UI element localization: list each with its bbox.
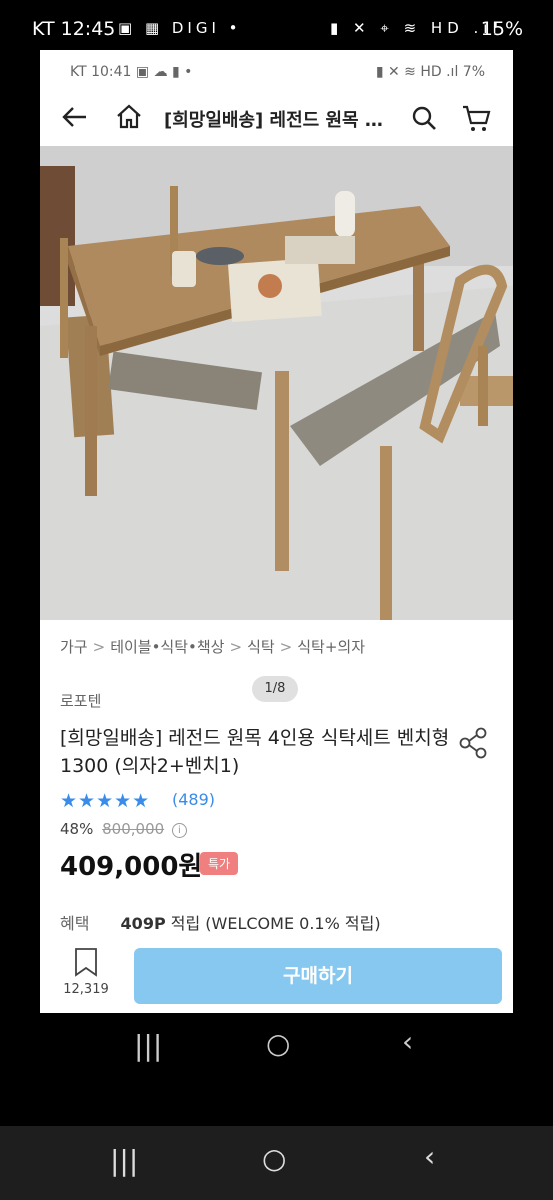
- breadcrumb-item[interactable]: 식탁: [247, 638, 275, 656]
- info-icon[interactable]: i: [171, 823, 187, 838]
- chevron-right-icon: >: [92, 638, 106, 656]
- image-counter: 1/8: [252, 676, 298, 702]
- benefit-label: 혜택: [60, 914, 90, 933]
- wishlist-button[interactable]: 12,319: [60, 946, 112, 997]
- share-icon[interactable]: [456, 726, 490, 764]
- home-icon[interactable]: [114, 102, 144, 136]
- review-count-link[interactable]: (489): [172, 790, 215, 809]
- inner-status-right: ▮ ✕ ≋ HD .ıl 7%: [375, 64, 485, 80]
- benefit-text: 적립 (WELCOME 0.1% 적립): [170, 914, 381, 933]
- star-rating: ★★★★★: [60, 790, 151, 812]
- chevron-right-icon: >: [279, 638, 293, 656]
- buy-button[interactable]: 구매하기: [134, 948, 502, 1004]
- breadcrumb-item[interactable]: 식탁+의자: [297, 638, 365, 656]
- product-name: [희망일배송] 레전드 원목 4인용 식탁세트 벤치형 1300 (의자2+벤치…: [60, 727, 450, 777]
- breadcrumb: 가구 > 테이블•식탁•책상 > 식탁 > 식탁+의자: [60, 636, 365, 657]
- product-image[interactable]: 1/8: [40, 146, 513, 702]
- original-price: 800,000: [102, 820, 165, 838]
- status-battery: 15%: [480, 18, 523, 40]
- status-system-icons: ▮ ✕ ⌖ ≋ HD .ıl: [330, 19, 502, 37]
- benefit-points: 409P: [120, 914, 166, 933]
- recent-apps-icon[interactable]: |||: [110, 1144, 138, 1177]
- inner-status-bar: KT 10:41 ▣ ☁ ▮ • ▮ ✕ ≋ HD .ıl 7%: [40, 50, 513, 92]
- back-arrow-icon[interactable]: [60, 102, 90, 140]
- system-nav-bar: ||| ○ ‹: [0, 1126, 553, 1200]
- breadcrumb-item[interactable]: 가구: [60, 638, 88, 656]
- benefit-row: 혜택 409P 적립 (WELCOME 0.1% 적립): [60, 910, 381, 934]
- discount-row: 48% 800,000 i: [60, 820, 187, 838]
- status-carrier-time: KT 12:45: [32, 18, 116, 40]
- sale-price: 409,000원: [60, 852, 203, 882]
- recent-apps-icon[interactable]: |||: [134, 1029, 162, 1062]
- home-button-icon[interactable]: ○: [266, 1027, 290, 1060]
- chevron-right-icon: >: [229, 638, 243, 656]
- screenshot-viewer: KT 10:41 ▣ ☁ ▮ • ▮ ✕ ≋ HD .ıl 7% [희망일배송]…: [40, 50, 513, 1013]
- bookmark-icon: [75, 948, 97, 977]
- brand-name[interactable]: 로포텐: [60, 690, 101, 711]
- inner-nav-bar: ||| ○ ‹: [0, 1013, 553, 1073]
- purchase-bar: 12,319 구매하기: [40, 940, 513, 1013]
- app-header: [희망일배송] 레전드 원목 4인용 식탁세트 벤치형 1300 (의자2+벤치…: [40, 92, 513, 146]
- status-notification-icons: ▣ ▦ DIGI •: [118, 19, 242, 37]
- search-icon[interactable]: [410, 104, 438, 136]
- breadcrumb-item[interactable]: 테이블•식탁•책상: [110, 638, 224, 656]
- cart-icon[interactable]: [460, 102, 492, 138]
- back-button-icon[interactable]: ‹: [402, 1025, 413, 1058]
- special-price-badge: 특가: [200, 852, 239, 875]
- back-button-icon[interactable]: ‹: [424, 1140, 435, 1173]
- page-title: [희망일배송] 레전드 원목 4인용 식탁세트 벤치형 1300 (의자2+벤치…: [164, 110, 384, 131]
- wishlist-count: 12,319: [63, 982, 109, 997]
- discount-rate: 48%: [60, 820, 94, 838]
- dining-set-photo: [40, 146, 513, 621]
- inner-status-left: KT 10:41 ▣ ☁ ▮ •: [70, 64, 193, 80]
- home-button-icon[interactable]: ○: [262, 1142, 286, 1175]
